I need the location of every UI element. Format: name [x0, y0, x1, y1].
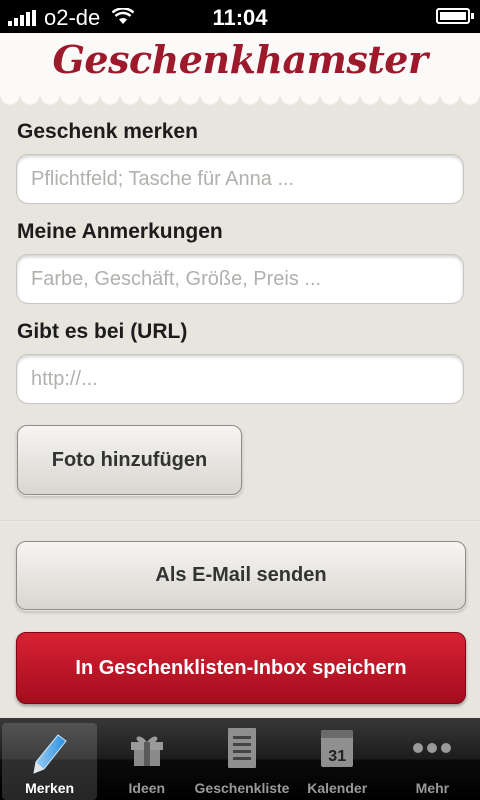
tab-merken[interactable]: Merken: [2, 723, 98, 800]
pencil-icon: [30, 731, 70, 775]
notes-field[interactable]: [16, 254, 464, 304]
tab-label: Mehr: [415, 780, 450, 796]
url-input[interactable]: [17, 355, 463, 403]
notes-label: Meine Anmerkungen: [17, 220, 223, 243]
add-photo-button[interactable]: Foto hinzufügen: [17, 425, 242, 495]
notes-input[interactable]: [17, 255, 463, 303]
tab-kalender[interactable]: 31 Kalender: [290, 718, 385, 800]
gift-icon: [127, 726, 167, 770]
gift-field[interactable]: [16, 154, 464, 204]
tab-label: Merken: [25, 780, 75, 796]
gift-label: Geschenk merken: [17, 120, 198, 143]
header-scallop-edge: [0, 95, 480, 109]
app-title: Geschenkhamster: [52, 37, 428, 82]
tab-label: Geschenkliste: [194, 780, 290, 796]
tab-geschenkliste[interactable]: Geschenkliste: [194, 718, 289, 800]
status-bar: o2-de 11:04: [0, 0, 480, 33]
clock: 11:04: [212, 5, 268, 30]
tab-bar: Merken Ideen Geschenkliste 31 Kalender M…: [0, 718, 480, 800]
tab-label: Ideen: [128, 780, 166, 796]
tab-label: Kalender: [307, 780, 368, 796]
send-email-button[interactable]: Als E-Mail senden: [16, 541, 466, 610]
calendar-day: 31: [328, 748, 347, 765]
calendar-icon: 31: [319, 726, 355, 770]
list-icon: [226, 726, 258, 770]
gift-input[interactable]: [17, 155, 463, 203]
app-header: Geschenkhamster: [0, 33, 480, 95]
tab-ideen[interactable]: Ideen: [99, 718, 194, 800]
url-label: Gibt es bei (URL): [17, 320, 188, 343]
save-to-inbox-button[interactable]: In Geschenklisten-Inbox speichern: [16, 632, 466, 704]
section-divider: [0, 520, 480, 522]
battery-icon: [436, 8, 474, 24]
tab-mehr[interactable]: Mehr: [385, 718, 480, 800]
more-icon: [412, 726, 452, 770]
url-field[interactable]: [16, 354, 464, 404]
